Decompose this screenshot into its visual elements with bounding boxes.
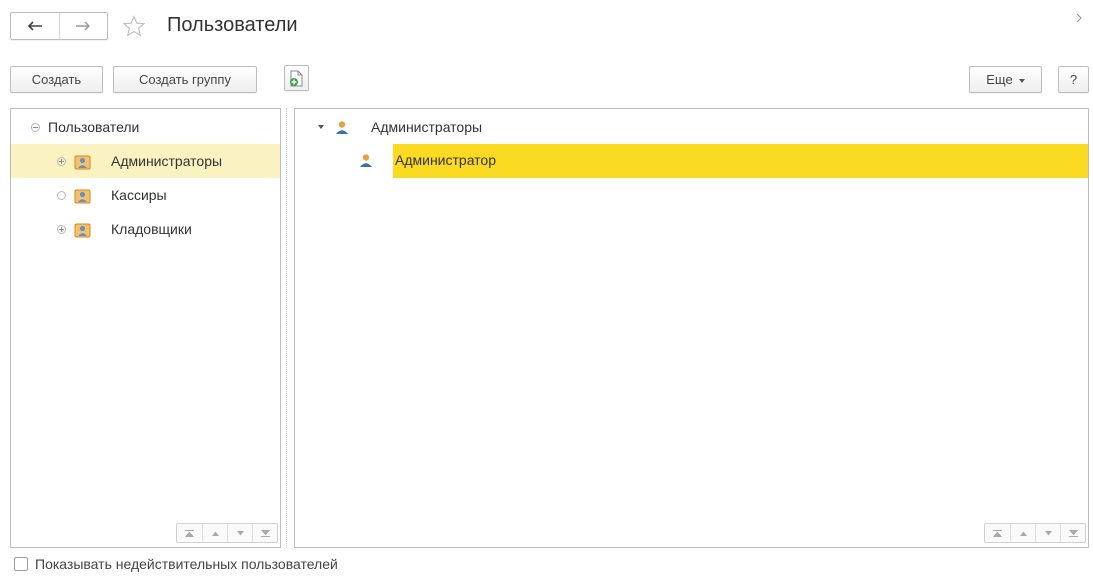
user-group-icon bbox=[74, 189, 91, 203]
more-menu-label: Еще bbox=[986, 72, 1013, 87]
scroll-down-button[interactable] bbox=[1035, 524, 1060, 542]
empty-node-icon bbox=[57, 190, 66, 200]
star-outline-icon[interactable] bbox=[122, 15, 146, 37]
list-item-administrator[interactable]: Администратор bbox=[295, 144, 1088, 178]
scroll-last-button[interactable] bbox=[252, 524, 277, 542]
scroll-up-icon bbox=[211, 531, 219, 536]
scroll-up-button[interactable] bbox=[1010, 524, 1035, 542]
row-selection-highlight bbox=[393, 144, 1088, 178]
scroll-down-icon bbox=[1044, 530, 1052, 535]
tree-item-label: Кассиры bbox=[111, 187, 167, 203]
arrow-right-icon bbox=[76, 21, 91, 31]
scroll-first-button[interactable] bbox=[985, 524, 1010, 542]
scroll-top-icon bbox=[185, 529, 194, 537]
tree-item-label: Кладовщики bbox=[111, 221, 192, 237]
list-group-label: Администраторы bbox=[371, 119, 483, 135]
page-title: Пользователи bbox=[167, 14, 298, 36]
scroll-up-icon bbox=[1019, 531, 1027, 536]
tree-scroll-controls bbox=[176, 523, 278, 543]
user-icon bbox=[336, 120, 348, 134]
document-add-icon bbox=[290, 70, 303, 86]
help-button[interactable]: ? bbox=[1058, 66, 1089, 93]
user-group-icon bbox=[74, 155, 91, 169]
arrow-left-icon bbox=[27, 21, 42, 31]
create-group-button[interactable]: Создать группу bbox=[113, 66, 257, 93]
user-group-icon bbox=[74, 223, 91, 237]
chevron-right-icon[interactable] bbox=[1074, 12, 1084, 24]
navigation-buttons bbox=[10, 12, 108, 40]
list-group-row[interactable]: Администраторы bbox=[295, 110, 1088, 144]
collapse-icon[interactable] bbox=[31, 122, 40, 132]
caret-down-icon bbox=[1018, 78, 1025, 83]
scroll-last-button[interactable] bbox=[1060, 524, 1085, 542]
show-invalid-checkbox[interactable] bbox=[14, 557, 28, 571]
more-menu-button[interactable]: Еще bbox=[969, 66, 1042, 93]
scroll-first-button[interactable] bbox=[177, 524, 202, 542]
scroll-down-button[interactable] bbox=[227, 524, 252, 542]
scroll-bottom-icon bbox=[1068, 529, 1078, 537]
groups-tree-panel: Пользователи Администраторы Кассиры Клад… bbox=[10, 108, 281, 548]
list-item-label: Администратор bbox=[395, 152, 497, 168]
tree-item-storekeepers[interactable]: Кладовщики bbox=[11, 212, 280, 246]
users-form: Пользователи Создать Создать группу Еще … bbox=[0, 0, 1093, 576]
expand-icon[interactable] bbox=[57, 224, 66, 234]
expand-icon[interactable] bbox=[57, 156, 66, 166]
scroll-up-button[interactable] bbox=[202, 524, 227, 542]
forward-button[interactable] bbox=[58, 13, 108, 39]
show-invalid-label: Показывать недействительных пользователе… bbox=[35, 556, 338, 572]
tree-root-row[interactable]: Пользователи bbox=[11, 110, 280, 144]
new-document-button[interactable] bbox=[284, 65, 309, 91]
triangle-down-icon[interactable] bbox=[317, 124, 325, 130]
list-scroll-controls bbox=[984, 523, 1086, 543]
scroll-top-icon bbox=[993, 529, 1002, 537]
panel-splitter[interactable] bbox=[286, 108, 287, 548]
tree-item-label: Администраторы bbox=[111, 153, 223, 169]
show-invalid-users-option[interactable]: Показывать недействительных пользователе… bbox=[14, 556, 338, 572]
tree-item-cashiers[interactable]: Кассиры bbox=[11, 178, 280, 212]
scroll-bottom-icon bbox=[260, 529, 270, 537]
back-button[interactable] bbox=[11, 13, 59, 39]
tree-root-label: Пользователи bbox=[48, 119, 140, 135]
scroll-down-icon bbox=[236, 530, 244, 535]
user-icon bbox=[360, 154, 372, 167]
users-list-panel: Администраторы Администратор bbox=[294, 108, 1089, 548]
tree-item-administrators[interactable]: Администраторы bbox=[11, 144, 280, 178]
create-button[interactable]: Создать bbox=[10, 66, 103, 93]
